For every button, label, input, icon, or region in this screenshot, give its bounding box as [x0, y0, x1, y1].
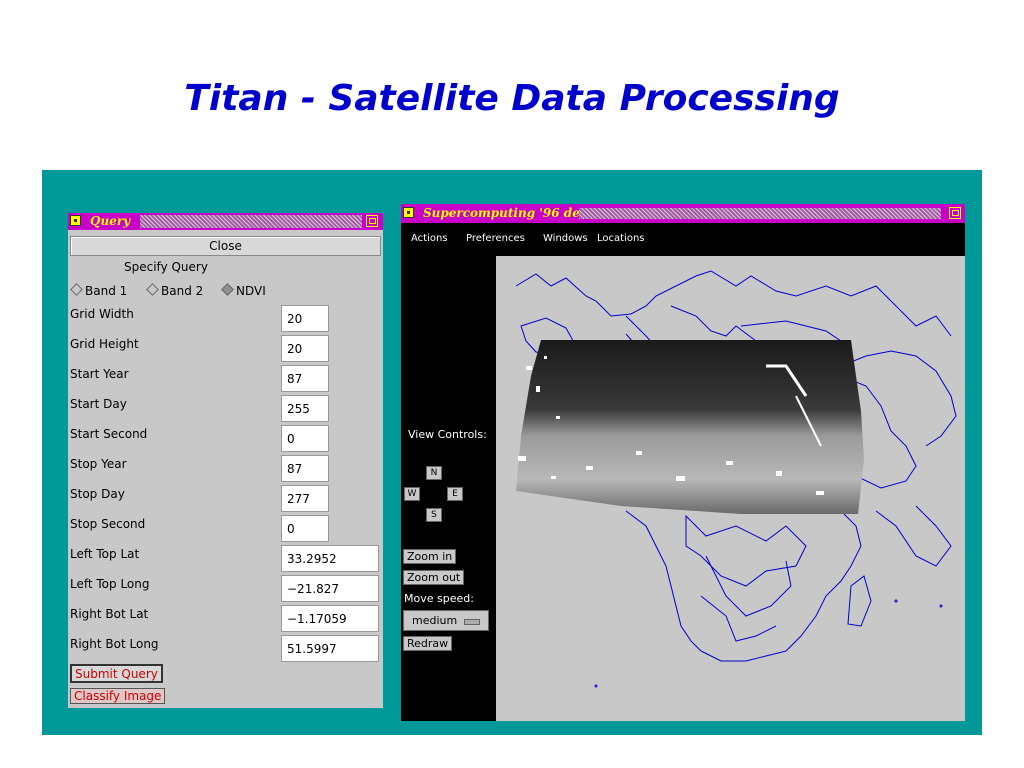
left-top-long-value: −21.827	[287, 582, 340, 596]
africa-borders-3	[700, 595, 777, 642]
slide-title: Titan - Satellite Data Processing	[184, 78, 840, 119]
radio-diamond-icon	[70, 283, 83, 296]
left-top-lat-field[interactable]: 33.2952	[281, 545, 379, 572]
redraw-button[interactable]: Redraw	[403, 636, 453, 651]
window-menu-icon[interactable]	[403, 207, 414, 218]
start-day-value: 255	[287, 402, 310, 416]
africa-borders-2	[705, 555, 792, 617]
grid-width-label: Grid Width	[70, 307, 134, 321]
africa-map-svg	[515, 270, 957, 688]
radio-diamond-icon	[146, 283, 159, 296]
grid-height-value: 20	[287, 342, 303, 356]
grid-width-value: 20	[287, 312, 303, 326]
grid-height-label: Grid Height	[70, 337, 139, 351]
grid-height-field[interactable]: 20	[281, 335, 329, 362]
menu-actions[interactable]: Actions	[411, 233, 448, 244]
left-top-long-label: Left Top Long	[70, 577, 150, 591]
start-second-value: 0	[287, 432, 295, 446]
radio-band-2[interactable]: Band 2	[146, 283, 204, 298]
pan-east-button[interactable]: E	[447, 487, 463, 501]
stop-second-value: 0	[287, 522, 295, 536]
menu-bar: Actions Preferences Windows Locations	[401, 224, 965, 257]
left-top-long-field[interactable]: −21.827	[281, 575, 379, 602]
query-titlebar[interactable]: Query	[68, 213, 383, 230]
radio-diamond-icon	[221, 283, 234, 296]
titlebar-hatch	[140, 215, 362, 228]
close-button[interactable]: Close	[70, 236, 381, 256]
query-window: Query Close Specify Query Band 1 Band 2 …	[68, 213, 383, 708]
radio-ndvi[interactable]: NDVI	[221, 283, 266, 298]
stop-year-value: 87	[287, 462, 303, 476]
start-year-field[interactable]: 87	[281, 365, 329, 392]
madagascar-outline	[847, 575, 872, 627]
island-dot	[594, 684, 598, 688]
window-menu-icon[interactable]	[70, 215, 81, 226]
maximize-icon[interactable]	[949, 207, 961, 219]
europe-coastline	[515, 270, 952, 337]
stop-second-label: Stop Second	[70, 517, 146, 531]
move-speed-value: medium	[412, 614, 458, 627]
menu-windows[interactable]: Windows	[543, 233, 588, 244]
right-bot-long-field[interactable]: 51.5997	[281, 635, 379, 662]
radio-ndvi-label: NDVI	[236, 284, 266, 298]
arabia-east-outline	[875, 505, 952, 567]
left-top-lat-value: 33.2952	[287, 552, 337, 566]
stop-second-field[interactable]: 0	[281, 515, 329, 542]
start-second-label: Start Second	[70, 427, 148, 441]
maximize-icon[interactable]	[366, 215, 378, 227]
radio-band-2-label: Band 2	[161, 284, 204, 298]
option-menu-icon	[464, 619, 480, 625]
control-panel: View Controls: N W E S Zoom in Zoom out …	[401, 256, 496, 721]
move-speed-label: Move speed:	[404, 592, 474, 605]
zoom-out-button[interactable]: Zoom out	[403, 570, 465, 585]
view-controls-label: View Controls:	[408, 428, 487, 441]
move-speed-select[interactable]: medium	[403, 610, 489, 631]
stop-year-label: Stop Year	[70, 457, 127, 471]
start-second-field[interactable]: 0	[281, 425, 329, 452]
island-dot	[939, 604, 943, 608]
specify-query-label: Specify Query	[124, 260, 208, 274]
radio-band-1[interactable]: Band 1	[70, 283, 128, 298]
start-day-label: Start Day	[70, 397, 127, 411]
zoom-in-button[interactable]: Zoom in	[403, 549, 457, 564]
main-window-title: Supercomputing '96 demo	[423, 206, 601, 220]
right-bot-long-label: Right Bot Long	[70, 637, 159, 651]
pan-west-button[interactable]: W	[404, 487, 420, 501]
pan-south-button[interactable]: S	[426, 508, 442, 522]
africa-borders	[685, 514, 807, 587]
right-bot-lat-field[interactable]: −1.17059	[281, 605, 379, 632]
map-view[interactable]	[496, 256, 965, 721]
start-year-value: 87	[287, 372, 303, 386]
submit-query-button[interactable]: Submit Query	[70, 664, 163, 683]
classify-image-button[interactable]: Classify Image	[70, 688, 166, 704]
grid-width-field[interactable]: 20	[281, 305, 329, 332]
titlebar-hatch	[579, 208, 941, 219]
right-bot-long-value: 51.5997	[287, 642, 337, 656]
left-top-lat-label: Left Top Lat	[70, 547, 140, 561]
right-bot-lat-label: Right Bot Lat	[70, 607, 149, 621]
stop-day-value: 277	[287, 492, 310, 506]
menu-locations[interactable]: Locations	[597, 233, 645, 244]
right-bot-lat-value: −1.17059	[287, 612, 347, 626]
africa-west-coast	[625, 510, 702, 652]
africa-east-coast	[700, 510, 862, 662]
radio-band-1-label: Band 1	[85, 284, 128, 298]
stop-year-field[interactable]: 87	[281, 455, 329, 482]
stop-day-label: Stop Day	[70, 487, 125, 501]
main-titlebar[interactable]: Supercomputing '96 demo	[401, 204, 965, 223]
stop-day-field[interactable]: 277	[281, 485, 329, 512]
query-window-title: Query	[90, 214, 131, 228]
start-year-label: Start Year	[70, 367, 129, 381]
pan-north-button[interactable]: N	[426, 466, 442, 480]
main-window: Supercomputing '96 demo Actions Preferen…	[401, 204, 965, 721]
menu-preferences[interactable]: Preferences	[466, 233, 525, 244]
start-day-field[interactable]: 255	[281, 395, 329, 422]
island-dot	[894, 599, 898, 603]
